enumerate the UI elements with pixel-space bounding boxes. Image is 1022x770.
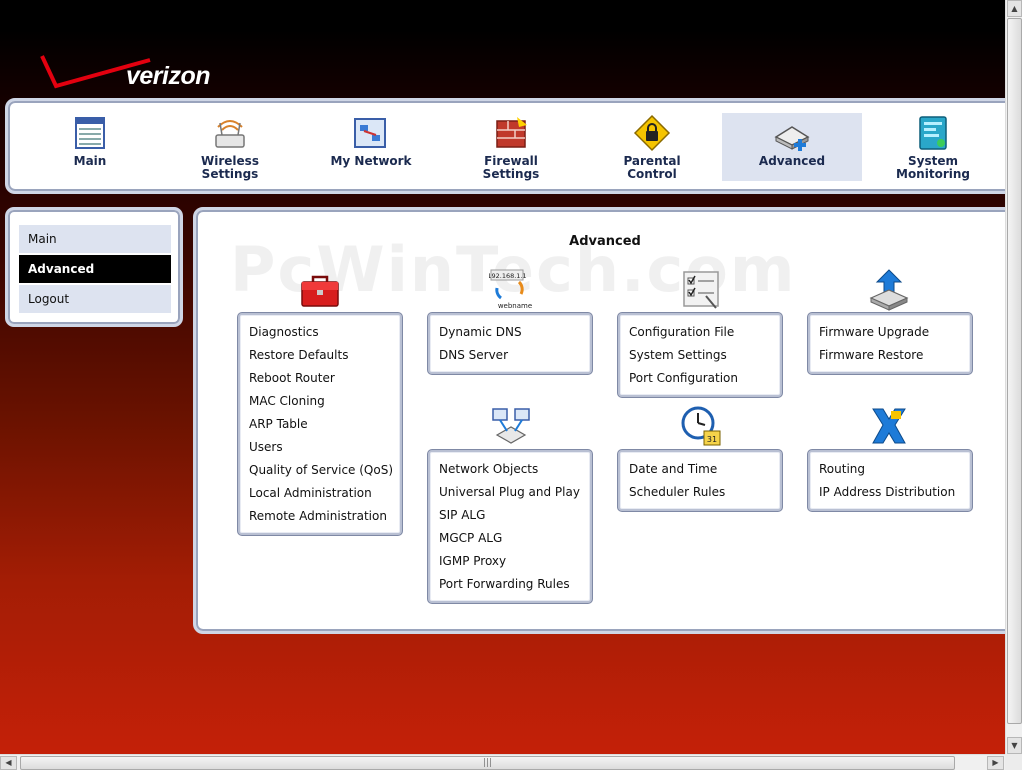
clock-calendar-icon: 31 (681, 406, 721, 446)
nav-firewall-settings-label: Firewall Settings (482, 154, 540, 181)
nav-my-network[interactable]: My Network (301, 113, 441, 181)
vertical-scrollbar[interactable]: ▲ ▼ (1005, 0, 1022, 754)
system-monitoring-icon (919, 116, 947, 150)
nav-parental-control[interactable]: Parental Control (582, 113, 722, 181)
network-computers-icon (492, 408, 530, 444)
nav-firewall-settings[interactable]: Firewall Settings (441, 113, 581, 181)
link-restore-defaults[interactable]: Restore Defaults (249, 346, 400, 369)
group-diagnostics: Diagnostics Restore Defaults Reboot Rout… (238, 313, 402, 535)
scroll-left-button[interactable]: ◀ (0, 756, 17, 770)
wireless-router-icon (215, 120, 245, 148)
dns-icon-address: 192.168.1.1 (489, 272, 527, 280)
configuration-checklist-icon (683, 271, 719, 309)
nav-system-monitoring-label: System Monitoring (896, 154, 970, 181)
toolbox-icon (301, 275, 339, 307)
link-arp-table[interactable]: ARP Table (249, 415, 400, 438)
group-network-objects: Network Objects Universal Plug and Play … (428, 450, 592, 603)
browser-viewport: verizon Main Wireless Settings My Networ… (0, 0, 1005, 754)
link-scheduler-rules[interactable]: Scheduler Rules (629, 483, 780, 506)
sidebar-item-advanced[interactable]: Advanced (19, 255, 171, 283)
link-local-administration[interactable]: Local Administration (249, 484, 400, 507)
page-title: Advanced (569, 234, 641, 249)
link-firmware-restore[interactable]: Firmware Restore (819, 346, 970, 369)
firewall-icon (496, 117, 527, 148)
nav-wireless-settings-label: Wireless Settings (201, 154, 259, 181)
vertical-scroll-thumb[interactable] (1007, 18, 1022, 724)
advanced-icon (774, 126, 810, 151)
nav-my-network-label: My Network (330, 154, 412, 168)
link-ip-address-distribution[interactable]: IP Address Distribution (819, 483, 970, 506)
sidebar-item-main[interactable]: Main (19, 225, 171, 253)
link-universal-plug-and-play[interactable]: Universal Plug and Play (439, 483, 590, 506)
group-routing: Routing IP Address Distribution (808, 450, 972, 511)
link-igmp-proxy[interactable]: IGMP Proxy (439, 552, 590, 575)
scroll-up-button[interactable]: ▲ (1007, 0, 1022, 17)
link-sip-alg[interactable]: SIP ALG (439, 506, 590, 529)
brand-wordmark: verizon (126, 62, 211, 90)
main-table-icon (75, 117, 105, 149)
scroll-down-button[interactable]: ▼ (1007, 737, 1022, 754)
dns-icon-webname: webname (498, 302, 532, 310)
calendar-day: 31 (707, 435, 717, 444)
nav-wireless-settings[interactable]: Wireless Settings (160, 113, 300, 181)
nav-main[interactable]: Main (20, 113, 160, 181)
group-configuration: Configuration File System Settings Port … (618, 313, 782, 397)
link-firmware-upgrade[interactable]: Firmware Upgrade (819, 323, 970, 346)
sidebar: Main Advanced Logout (5, 207, 183, 327)
scrollbar-corner (1005, 754, 1022, 770)
link-mgcp-alg[interactable]: MGCP ALG (439, 529, 590, 552)
link-mac-cloning[interactable]: MAC Cloning (249, 392, 400, 415)
nav-advanced[interactable]: Advanced (722, 113, 862, 181)
horizontal-scroll-thumb[interactable]: ||| (20, 756, 955, 770)
group-firmware: Firmware Upgrade Firmware Restore (808, 313, 972, 374)
link-routing[interactable]: Routing (819, 460, 970, 483)
routing-icon (872, 408, 906, 444)
link-reboot-router[interactable]: Reboot Router (249, 369, 400, 392)
nav-advanced-label: Advanced (758, 154, 826, 168)
link-port-configuration[interactable]: Port Configuration (629, 369, 780, 392)
link-date-and-time[interactable]: Date and Time (629, 460, 780, 483)
link-diagnostics[interactable]: Diagnostics (249, 323, 400, 346)
scroll-right-button[interactable]: ▶ (987, 756, 1004, 770)
link-remote-administration[interactable]: Remote Administration (249, 507, 400, 530)
firmware-upgrade-icon (869, 269, 909, 311)
link-dns-server[interactable]: DNS Server (439, 346, 590, 369)
nav-parental-control-label: Parental Control (623, 154, 681, 181)
group-date-time: Date and Time Scheduler Rules (618, 450, 782, 511)
link-port-forwarding-rules[interactable]: Port Forwarding Rules (439, 575, 590, 598)
my-network-icon (354, 118, 386, 148)
parental-lock-icon (633, 114, 671, 152)
horizontal-scrollbar[interactable]: ◀ ||| ▶ (0, 754, 1005, 770)
nav-system-monitoring[interactable]: System Monitoring (863, 113, 1003, 181)
nav-main-label: Main (73, 154, 107, 168)
sidebar-item-logout[interactable]: Logout (19, 285, 171, 313)
link-dynamic-dns[interactable]: Dynamic DNS (439, 323, 590, 346)
link-configuration-file[interactable]: Configuration File (629, 323, 780, 346)
link-quality-of-service[interactable]: Quality of Service (QoS) (249, 461, 400, 484)
link-network-objects[interactable]: Network Objects (439, 460, 590, 483)
link-users[interactable]: Users (249, 438, 400, 461)
link-system-settings[interactable]: System Settings (629, 346, 780, 369)
verizon-logo: verizon (38, 52, 238, 98)
group-dns: Dynamic DNS DNS Server (428, 313, 592, 374)
top-navigation: Main Wireless Settings My Network Firewa… (5, 98, 1005, 194)
dns-icon: 192.168.1.1 webname (489, 269, 532, 310)
